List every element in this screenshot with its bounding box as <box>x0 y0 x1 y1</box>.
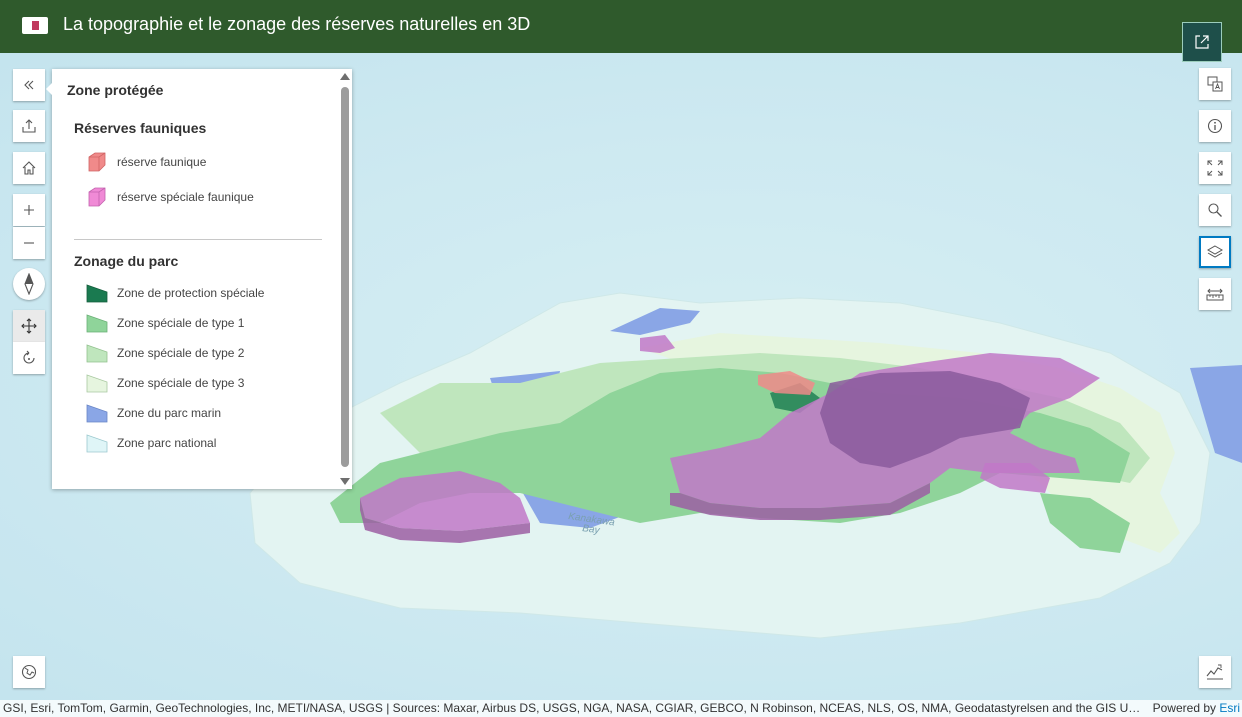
legend-item-reserve-faunique: réserve faunique <box>86 150 206 174</box>
flag-logo-icon <box>22 17 48 34</box>
legend-item-zone-type-1: Zone spéciale de type 1 <box>86 311 244 335</box>
legend-item-zone-type-3: Zone spéciale de type 3 <box>86 371 244 395</box>
legend-item-zone-type-2: Zone spéciale de type 2 <box>86 341 244 365</box>
legend-title: Zone protégée <box>67 82 164 98</box>
legend-caret <box>46 83 52 95</box>
compass-button[interactable] <box>13 268 45 300</box>
app-title: La topographie et le zonage des réserves… <box>63 14 531 34</box>
open-external-button[interactable] <box>1182 22 1222 62</box>
zone-type-3-swatch-icon <box>86 374 108 393</box>
legend-item-label: réserve faunique <box>117 155 207 169</box>
measure-button[interactable] <box>1199 278 1231 310</box>
elevation-profile-icon <box>1206 664 1223 680</box>
legend-divider <box>74 239 322 240</box>
zoom-in-icon <box>24 205 34 215</box>
zoom-out-button[interactable] <box>13 227 45 259</box>
legend-group-title: Zonage du parc <box>74 253 179 269</box>
home-icon <box>22 161 36 175</box>
legend-item-label: réserve spéciale faunique <box>117 190 254 204</box>
app-header: La topographie et le zonage des réserves… <box>0 0 1242 53</box>
rotate-button[interactable] <box>13 342 45 374</box>
zoom-in-button[interactable] <box>13 194 45 226</box>
legend-item-label: Zone parc national <box>117 436 217 450</box>
home-button[interactable] <box>13 152 45 184</box>
layers-icon <box>1207 245 1223 258</box>
basemap-gallery-button[interactable] <box>13 656 45 688</box>
measure-icon <box>1206 288 1224 301</box>
search-button[interactable] <box>1199 194 1231 226</box>
powered-by: Powered by Esri <box>1153 701 1240 715</box>
legend-item-label: Zone de protection spéciale <box>117 286 265 300</box>
attribution-text[interactable]: GSI, Esri, TomTom, Garmin, GeoTechnologi… <box>3 701 1143 715</box>
legend-item-reserve-speciale-faunique: réserve spéciale faunique <box>86 185 254 209</box>
fullscreen-icon <box>1207 160 1223 176</box>
zone-parc-national-swatch-icon <box>86 434 108 453</box>
legend-item-label: Zone spéciale de type 1 <box>117 316 245 330</box>
zone-type-2-swatch-icon <box>86 344 108 363</box>
legend-item-label: Zone spéciale de type 3 <box>117 376 245 390</box>
legend-item-zone-parc-marin: Zone du parc marin <box>86 401 221 425</box>
rotate-icon <box>23 350 35 364</box>
zoom-out-icon <box>24 242 34 244</box>
collapse-icon <box>24 80 34 90</box>
legend-item-label: Zone du parc marin <box>117 406 222 420</box>
share-icon <box>22 119 36 133</box>
translate-icon <box>1207 76 1223 92</box>
info-button[interactable] <box>1199 110 1231 142</box>
elevation-profile-button[interactable] <box>1199 656 1231 688</box>
legend-group-title: Réserves fauniques <box>74 120 207 136</box>
pan-button[interactable] <box>13 310 45 342</box>
fullscreen-button[interactable] <box>1199 152 1231 184</box>
reserve-speciale-faunique-swatch-icon <box>88 187 106 207</box>
info-icon <box>1207 118 1223 134</box>
basemap-icon <box>21 664 37 680</box>
zone-parc-marin-swatch-icon <box>86 404 108 423</box>
pan-icon <box>21 318 37 334</box>
collapse-legend-button[interactable] <box>13 69 45 101</box>
scroll-up-icon[interactable] <box>340 73 350 80</box>
legend-panel: Zone protégée Réserves fauniques réserve… <box>46 69 352 489</box>
scroll-down-icon[interactable] <box>340 478 350 485</box>
reserve-faunique-swatch-icon <box>88 152 106 172</box>
legend-item-zone-parc-national: Zone parc national <box>86 431 216 455</box>
compass-icon <box>24 273 34 295</box>
powered-by-label: Powered by <box>1152 701 1220 715</box>
layers-button[interactable] <box>1199 236 1231 268</box>
zone-protection-speciale-swatch-icon <box>86 284 108 303</box>
translate-button[interactable] <box>1199 68 1231 100</box>
legend-item-zone-protection-speciale: Zone de protection spéciale <box>86 281 264 305</box>
legend-item-label: Zone spéciale de type 2 <box>117 346 245 360</box>
attribution-bar: GSI, Esri, TomTom, Garmin, GeoTechnologi… <box>0 700 1242 717</box>
share-button[interactable] <box>13 110 45 142</box>
legend-scrollbar[interactable] <box>341 87 349 467</box>
esri-link[interactable]: Esri <box>1219 701 1240 715</box>
zone-type-1-swatch-icon <box>86 314 108 333</box>
open-external-icon <box>1195 35 1209 49</box>
search-icon <box>1208 203 1222 217</box>
